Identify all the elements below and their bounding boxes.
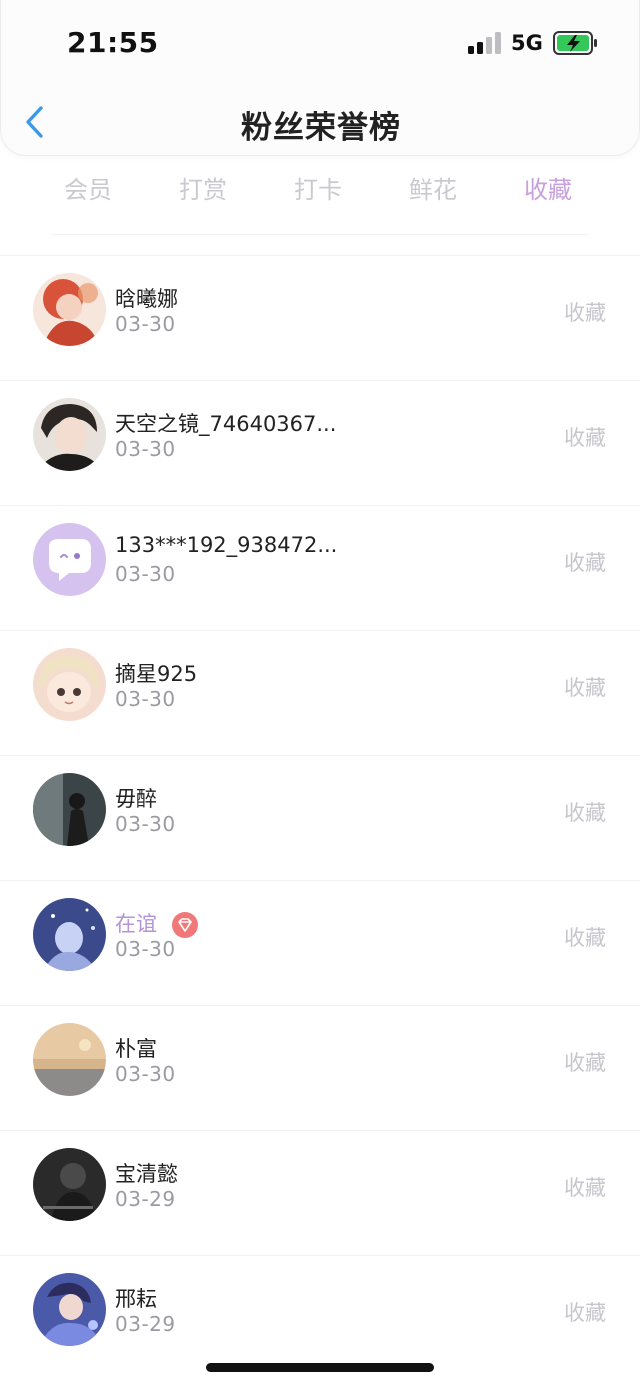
- action-label[interactable]: 收藏: [564, 797, 606, 827]
- navigation-bar: 粉丝荣誉榜: [1, 86, 640, 156]
- header-card: 21:55 5G 粉丝荣誉榜: [0, 0, 640, 156]
- status-time: 21:55: [67, 26, 159, 59]
- avatar: [33, 398, 106, 471]
- fan-date: 03-30: [115, 687, 176, 711]
- list-item[interactable]: 天空之镜_74640367... 03-30 收藏: [0, 380, 640, 505]
- avatar: [33, 1148, 106, 1221]
- avatar: [33, 1023, 106, 1096]
- signal-icon: [468, 32, 502, 54]
- list-item[interactable]: 毋醉 03-30 收藏: [0, 755, 640, 880]
- fan-date: 03-30: [115, 937, 176, 961]
- list-item[interactable]: 在谊 03-30 收藏: [0, 880, 640, 1005]
- fan-date: 03-30: [115, 437, 176, 461]
- category-tabs: 会员 打赏 打卡 鲜花 收藏: [0, 164, 640, 212]
- tab-checkin[interactable]: 打卡: [273, 170, 363, 205]
- avatar: [33, 648, 106, 721]
- tab-member[interactable]: 会员: [43, 170, 133, 205]
- list-item[interactable]: 邢耘 03-29 收藏: [0, 1255, 640, 1380]
- list-item[interactable]: 晗曦娜 03-30 收藏: [0, 255, 640, 380]
- avatar: [33, 898, 106, 971]
- page-title: 粉丝荣誉榜: [241, 110, 401, 146]
- tab-reward[interactable]: 打赏: [158, 170, 248, 205]
- fan-date: 03-30: [115, 812, 176, 836]
- tab-favorites[interactable]: 收藏: [503, 170, 593, 205]
- avatar: [33, 773, 106, 846]
- fan-name: 朴富: [115, 1037, 157, 1061]
- action-label[interactable]: 收藏: [564, 297, 606, 327]
- fan-name: 在谊: [115, 908, 198, 938]
- avatar: [33, 523, 106, 596]
- tab-flowers[interactable]: 鲜花: [388, 170, 478, 205]
- fan-name: 133***192_938472...: [115, 533, 338, 557]
- fan-name: 邢耘: [115, 1287, 157, 1311]
- tab-divider: [52, 234, 588, 235]
- home-indicator[interactable]: [206, 1363, 434, 1372]
- fan-date: 03-30: [115, 562, 176, 586]
- action-label[interactable]: 收藏: [564, 922, 606, 952]
- fan-list: 晗曦娜 03-30 收藏 天空之镜_74640367... 03-30 收藏 1…: [0, 255, 640, 1380]
- diamond-icon: [171, 912, 198, 938]
- fan-date: 03-30: [115, 312, 176, 336]
- fan-name-text: 在谊: [115, 912, 157, 936]
- list-item[interactable]: 133***192_938472... 03-30 收藏: [0, 505, 640, 630]
- status-bar: 21:55 5G: [1, 0, 640, 86]
- fan-date: 03-29: [115, 1312, 176, 1336]
- action-label[interactable]: 收藏: [564, 672, 606, 702]
- action-label[interactable]: 收藏: [564, 422, 606, 452]
- action-label[interactable]: 收藏: [564, 1047, 606, 1077]
- list-item[interactable]: 朴富 03-30 收藏: [0, 1005, 640, 1130]
- fan-date: 03-29: [115, 1187, 176, 1211]
- fan-name: 天空之镜_74640367...: [115, 412, 337, 436]
- fan-date: 03-30: [115, 1062, 176, 1086]
- fan-name: 宝清懿: [115, 1162, 178, 1186]
- action-label[interactable]: 收藏: [564, 1172, 606, 1202]
- avatar: [33, 273, 106, 346]
- fan-name: 晗曦娜: [115, 287, 178, 311]
- action-label[interactable]: 收藏: [564, 547, 606, 577]
- list-item[interactable]: 摘星925 03-30 收藏: [0, 630, 640, 755]
- fan-name: 摘星925: [115, 662, 198, 686]
- network-label: 5G: [511, 31, 543, 55]
- action-label[interactable]: 收藏: [564, 1297, 606, 1327]
- avatar: [33, 1273, 106, 1346]
- battery-charging-icon: [553, 31, 597, 55]
- list-item[interactable]: 宝清懿 03-29 收藏: [0, 1130, 640, 1255]
- fan-name: 毋醉: [115, 787, 157, 811]
